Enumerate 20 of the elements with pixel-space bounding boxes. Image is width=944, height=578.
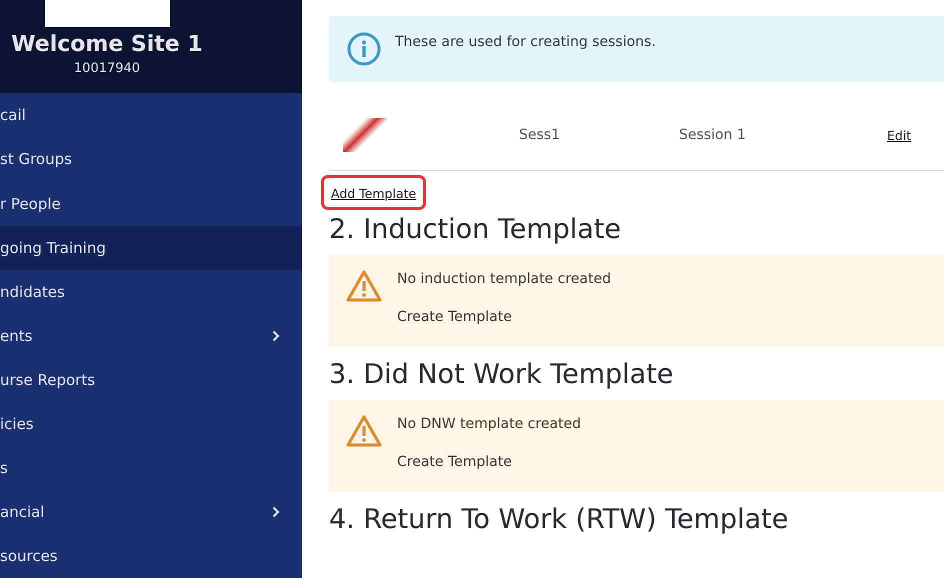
warning-icon [345,269,383,303]
warning-text: No induction template created [397,271,611,287]
info-icon [347,32,381,66]
chevron-right-icon [272,506,280,518]
warning-text: No DNW template created [397,416,582,432]
section-heading: 3. Did Not Work Template [329,359,674,390]
section-heading: 2. Induction Template [329,214,622,245]
template-name: Session 1 [679,127,747,143]
section-heading: 4. Return To Work (RTW) Template [329,504,790,535]
chevron-right-icon [272,330,280,342]
warning-icon [345,414,383,448]
add-template-link[interactable]: Add Template [331,186,416,201]
welcome-title: Welcome Site 1 [11,32,203,57]
create-template-link[interactable]: Create Template [397,454,582,470]
template-code: Sess1 [519,127,561,143]
site-number: 10017940 [74,61,140,76]
sidebar-item[interactable]: going Training [0,226,302,270]
edit-link[interactable]: Edit [887,128,912,142]
info-text: These are used for creating sessions. [395,34,656,50]
create-template-link[interactable]: Create Template [397,309,611,325]
